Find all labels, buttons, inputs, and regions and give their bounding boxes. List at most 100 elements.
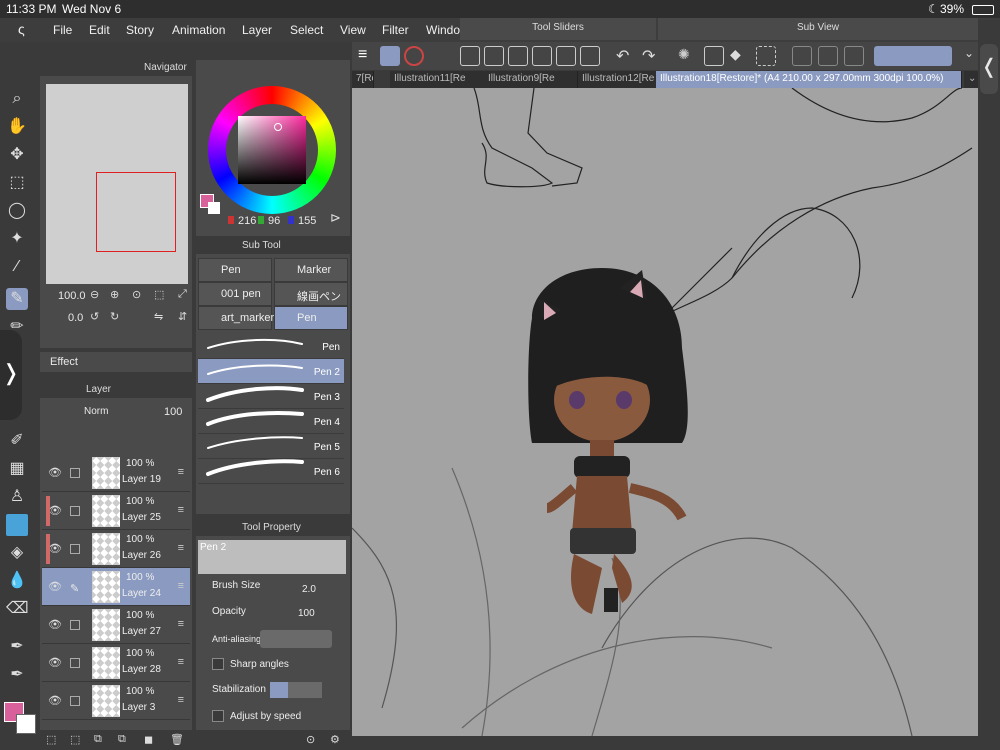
blend-mode[interactable]: Norm: [84, 406, 108, 417]
layer-menu-icon[interactable]: ≡: [178, 504, 184, 516]
rotate-right-icon[interactable]: ↻: [110, 310, 119, 323]
sub-view-panel[interactable]: Sub View: [658, 18, 978, 40]
flip-h-icon[interactable]: ⇋: [154, 310, 163, 323]
eyedropper-icon[interactable]: ⁄: [6, 256, 28, 278]
effect-panel[interactable]: Effect: [40, 352, 192, 372]
eye-icon[interactable]: 👁: [48, 618, 62, 631]
layer-menu-icon[interactable]: ≡: [178, 656, 184, 668]
layer-menu-icon[interactable]: ≡: [178, 694, 184, 706]
menu-icon[interactable]: ≡: [358, 46, 378, 66]
lock-checkbox[interactable]: [70, 544, 80, 554]
layer-row-27[interactable]: 👁 100 % Layer 27 ≡: [42, 606, 190, 644]
fit-window-icon[interactable]: ⬚: [154, 288, 164, 301]
eye-icon[interactable]: 👁: [48, 466, 62, 479]
redo-icon[interactable]: ↷: [642, 46, 662, 66]
sharp-angles-checkbox[interactable]: [212, 658, 224, 670]
layer-row-19[interactable]: 👁 100 % Layer 19 ≡: [42, 454, 190, 492]
loading-icon[interactable]: ✺: [678, 46, 698, 66]
navigator-viewport[interactable]: [96, 172, 176, 252]
tab-illustration9[interactable]: Illustration9[Re: [484, 71, 578, 88]
fill-bucket-icon[interactable]: ◈: [6, 542, 28, 564]
eraser-icon[interactable]: ⌫: [6, 598, 29, 620]
save-icon[interactable]: [508, 46, 528, 66]
navigator-preview[interactable]: [46, 84, 188, 284]
undo-icon[interactable]: ↶: [616, 46, 636, 66]
right-panel-toggle-icon[interactable]: ❬: [980, 44, 998, 94]
zoom-value[interactable]: 100.0: [58, 290, 86, 302]
layer-menu-icon[interactable]: ≡: [178, 542, 184, 554]
layer-row-28[interactable]: 👁 100 % Layer 28 ≡: [42, 644, 190, 682]
object-icon[interactable]: ⬚: [6, 172, 28, 194]
menu-select[interactable]: Select: [290, 23, 323, 37]
menu-animation[interactable]: Animation: [172, 23, 225, 37]
opacity-row[interactable]: Opacity 100: [198, 604, 344, 626]
sharp-angles-row[interactable]: Sharp angles: [198, 656, 344, 678]
copy-layer-icon[interactable]: ⧉: [94, 733, 102, 746]
eye-icon[interactable]: 👁: [48, 542, 62, 555]
zoom-icon[interactable]: ⌕: [6, 88, 28, 110]
ruler2-icon[interactable]: [818, 46, 838, 66]
zoom-in-icon[interactable]: ⊕: [110, 288, 119, 301]
pen-tool-icon[interactable]: ✎: [6, 288, 28, 310]
new-layer-icon[interactable]: ⬚: [46, 733, 56, 746]
export-psd-icon[interactable]: [580, 46, 600, 66]
tab-illustration18[interactable]: Illustration18[Restore]* (A4 210.00 x 29…: [656, 71, 962, 88]
layer-row-3[interactable]: 👁 100 % Layer 3 ≡: [42, 682, 190, 720]
eye-icon[interactable]: 👁: [48, 694, 62, 707]
fill-icon[interactable]: ◆: [730, 46, 750, 66]
new-vector-icon[interactable]: ⬚: [70, 733, 80, 746]
mask-icon[interactable]: ◼: [144, 733, 153, 746]
lock-checkbox[interactable]: [70, 696, 80, 706]
layer-opacity[interactable]: 100: [164, 406, 182, 418]
eye-icon[interactable]: 👁: [48, 580, 62, 593]
subtool-pen[interactable]: Pen: [198, 258, 272, 282]
sv-square[interactable]: [238, 116, 306, 184]
menu-window[interactable]: Windo: [426, 23, 460, 37]
subtool-pen-selected[interactable]: Pen: [274, 306, 348, 330]
ruler-icon[interactable]: [792, 46, 812, 66]
merge-icon[interactable]: ⧉: [118, 733, 126, 746]
lock-checkbox[interactable]: [70, 658, 80, 668]
frame-icon[interactable]: ▦: [6, 458, 28, 480]
sub-color-chip[interactable]: [208, 202, 220, 214]
layer-row-25[interactable]: 👁 100 % Layer 25 ≡: [42, 492, 190, 530]
subtool-lineart-pen[interactable]: 線画ペン: [274, 282, 348, 306]
lock-checkbox[interactable]: [70, 620, 80, 630]
next-icon[interactable]: ⊳: [330, 210, 341, 226]
menu-filter[interactable]: Filter: [382, 23, 409, 37]
stabilization-row[interactable]: Stabilization: [198, 682, 344, 704]
brush-tool-icon[interactable]: ✐: [6, 430, 28, 452]
subtool-marker[interactable]: Marker: [274, 258, 348, 282]
sv-cursor[interactable]: [274, 123, 282, 131]
text-icon[interactable]: ✒: [6, 664, 28, 686]
brush-size-row[interactable]: Brush Size 2.0: [198, 578, 344, 600]
blend-icon[interactable]: 💧: [6, 570, 28, 592]
lasso-icon[interactable]: ◯: [6, 200, 28, 222]
reset-icon[interactable]: ⊙: [306, 733, 315, 746]
gradient-icon[interactable]: [6, 514, 28, 536]
brush-size-value[interactable]: 2.0: [302, 584, 316, 595]
lock-checkbox[interactable]: [70, 468, 80, 478]
wrench-icon[interactable]: ⚙: [330, 733, 340, 746]
eye-icon[interactable]: 👁: [48, 656, 62, 669]
sub-color-swatch[interactable]: [16, 714, 36, 734]
new-file-icon[interactable]: [460, 46, 480, 66]
rotate-left-icon[interactable]: ↺: [90, 310, 99, 323]
menu-view[interactable]: View: [340, 23, 366, 37]
magic-wand-icon[interactable]: ✦: [6, 228, 28, 250]
eye-icon[interactable]: 👁: [48, 504, 62, 517]
adjust-speed-row[interactable]: Adjust by speed: [198, 708, 344, 730]
menu-edit[interactable]: Edit: [89, 23, 110, 37]
snap-group[interactable]: [874, 46, 952, 66]
antialias-selector[interactable]: [260, 630, 332, 648]
color-icon[interactable]: [404, 46, 424, 66]
export-png-icon[interactable]: [556, 46, 576, 66]
correct-line-icon[interactable]: ✒: [6, 636, 28, 658]
open-folder-icon[interactable]: [484, 46, 504, 66]
delete-layer-icon[interactable]: 🗑: [170, 733, 184, 746]
transform-icon[interactable]: [756, 46, 776, 66]
move-icon[interactable]: ✥: [6, 144, 28, 166]
expand-icon[interactable]: ⤢: [178, 288, 187, 301]
antialias-row[interactable]: Anti-aliasing: [198, 630, 344, 652]
menu-story[interactable]: Story: [126, 23, 154, 37]
